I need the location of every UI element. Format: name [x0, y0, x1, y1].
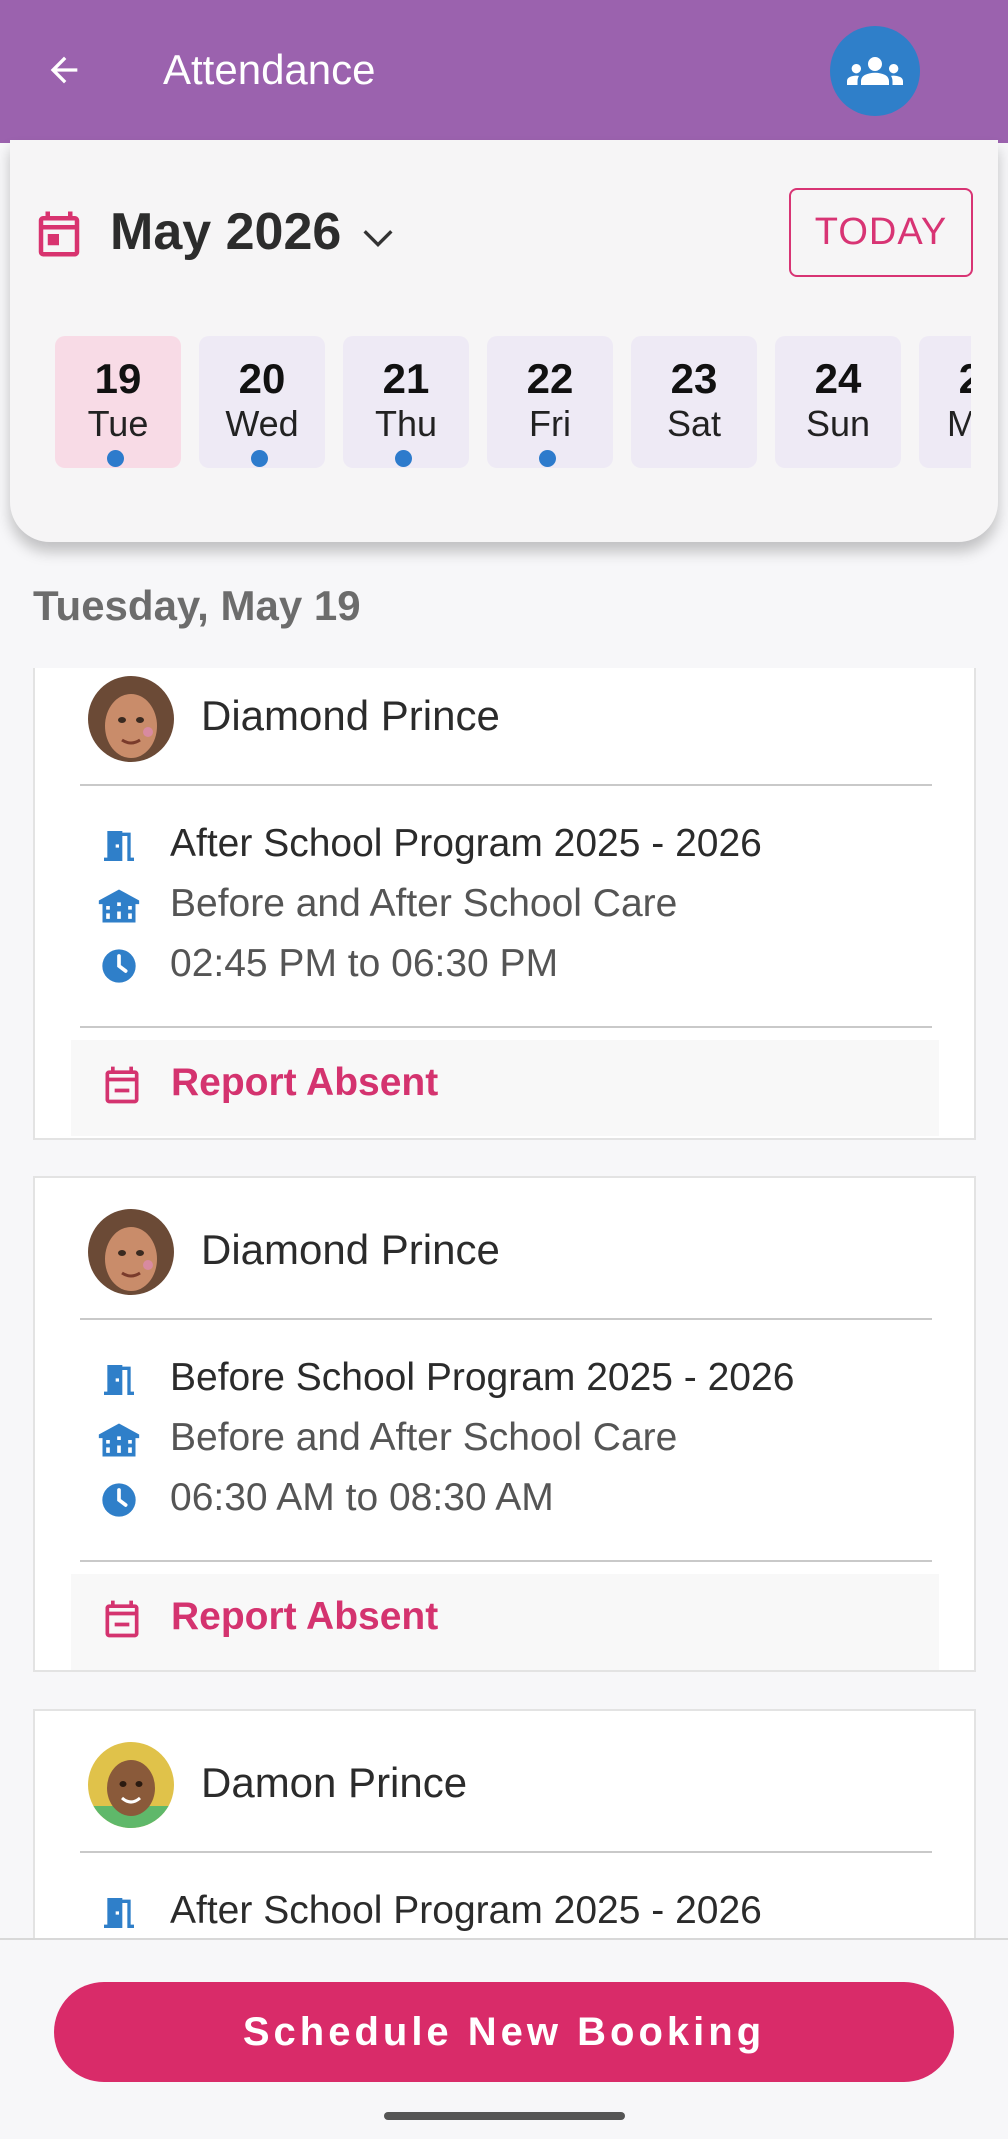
avatar: [88, 676, 174, 762]
program-name: After School Program 2025 - 2026: [170, 1889, 762, 1932]
school-icon: [97, 1418, 141, 1462]
arrow-left-icon: [50, 56, 78, 84]
report-absent-button[interactable]: Report Absent: [71, 1040, 939, 1136]
calendar-remove-icon: [105, 1066, 139, 1104]
day-card[interactable]: 25 Mon: [919, 336, 971, 468]
day-number: 24: [814, 355, 862, 402]
day-number: 20: [238, 355, 286, 402]
booking-card[interactable]: Diamond Prince Before School Program 202…: [33, 1176, 976, 1672]
calendar-remove-icon: [105, 1600, 139, 1638]
month-selector[interactable]: May 2026: [110, 202, 341, 262]
day-card[interactable]: 21 Thu: [343, 336, 469, 468]
bottom-action-bar: Schedule New Booking: [0, 1938, 1008, 2139]
day-number: 21: [382, 355, 430, 402]
event-dot: [395, 450, 412, 467]
time-range: 06:30 AM to 08:30 AM: [170, 1476, 554, 1519]
program-name: Before School Program 2025 - 2026: [170, 1356, 795, 1399]
day-card[interactable]: 24 Sun: [775, 336, 901, 468]
group-button[interactable]: [830, 26, 920, 116]
day-card[interactable]: 19 Tue: [55, 336, 181, 468]
divider: [80, 1026, 932, 1028]
day-card[interactable]: 22 Fri: [487, 336, 613, 468]
day-name: Tue: [87, 403, 149, 444]
chevron-down-icon[interactable]: [358, 218, 398, 258]
day-number: 25: [958, 355, 971, 402]
divider: [80, 1560, 932, 1562]
school-icon: [97, 884, 141, 928]
program-name: After School Program 2025 - 2026: [170, 822, 762, 865]
calendar-panel: May 2026 TODAY 19 Tue 20 Wed 21 Thu 22 F…: [10, 140, 998, 542]
student-name: Diamond Prince: [201, 1226, 500, 1273]
app-bar: Attendance: [0, 0, 1008, 143]
day-number: 22: [526, 355, 574, 402]
report-absent-label: Report Absent: [171, 1061, 439, 1104]
report-absent-label: Report Absent: [171, 1595, 439, 1638]
home-indicator[interactable]: [384, 2112, 625, 2120]
door-icon: [97, 1358, 141, 1402]
time-range: 02:45 PM to 06:30 PM: [170, 942, 559, 985]
report-absent-button[interactable]: Report Absent: [71, 1574, 939, 1670]
day-card[interactable]: 20 Wed: [199, 336, 325, 468]
day-name: Wed: [225, 403, 299, 444]
day-number: 19: [94, 355, 142, 402]
door-icon: [97, 824, 141, 868]
avatar: [88, 1742, 174, 1828]
day-number: 23: [670, 355, 718, 402]
divider: [80, 1851, 932, 1853]
today-button[interactable]: TODAY: [789, 188, 973, 277]
divider: [80, 784, 932, 786]
care-category: Before and After School Care: [170, 882, 678, 925]
care-category: Before and After School Care: [170, 1416, 678, 1459]
back-button[interactable]: [38, 44, 90, 96]
schedule-new-booking-button[interactable]: Schedule New Booking: [54, 1982, 954, 2082]
day-name: Thu: [374, 403, 438, 444]
page-title: Attendance: [163, 46, 376, 93]
day-name: Sun: [805, 403, 871, 444]
student-name: Diamond Prince: [201, 692, 500, 739]
day-name: Mon: [946, 403, 971, 444]
clock-icon: [97, 1478, 141, 1522]
clock-icon: [97, 944, 141, 988]
event-dot: [539, 450, 556, 467]
student-name: Damon Prince: [201, 1759, 468, 1806]
group-icon: [847, 57, 903, 85]
day-card[interactable]: 23 Sat: [631, 336, 757, 468]
day-name: Sat: [666, 403, 722, 444]
date-heading: Tuesday, May 19: [33, 582, 361, 629]
day-strip[interactable]: 19 Tue 20 Wed 21 Thu 22 Fri 23 Sat 24 Su…: [45, 336, 971, 472]
divider: [80, 1318, 932, 1320]
avatar: [88, 1209, 174, 1295]
event-dot: [107, 450, 124, 467]
calendar-icon: [38, 211, 80, 257]
day-name: Fri: [529, 403, 571, 444]
door-icon: [97, 1891, 141, 1935]
event-dot: [251, 450, 268, 467]
booking-card[interactable]: Diamond Prince After School Program 2025…: [33, 668, 976, 1140]
